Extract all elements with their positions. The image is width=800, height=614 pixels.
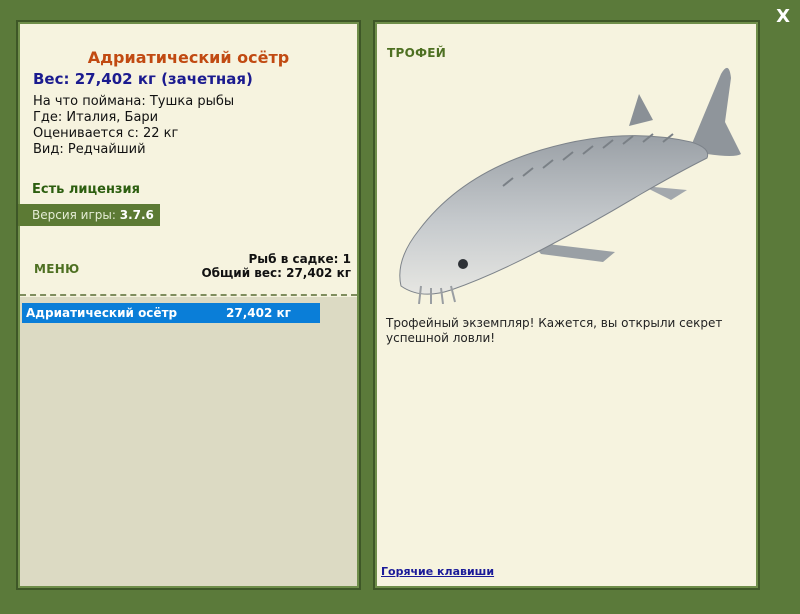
fish-count: Рыб в садке: 1: [248, 252, 352, 266]
fish-title: Адриатический осётр: [87, 48, 290, 67]
sturgeon-image: [399, 67, 741, 304]
menu-button[interactable]: МЕНЮ: [34, 262, 79, 276]
fish-details: На что поймана: Тушка рыбы Где: Италия, …: [33, 94, 234, 158]
fish-weight: Вес: 27,402 кг (зачетная): [33, 70, 253, 88]
list-item[interactable]: Адриатический осётр 27,402 кг: [22, 303, 320, 323]
list-item-weight: 27,402 кг: [226, 306, 291, 320]
list-item-name: Адриатический осётр: [26, 306, 178, 320]
game-version: Версия игры: 3.7.6: [18, 204, 160, 226]
license-status: Есть лицензия: [32, 182, 140, 197]
bait-info: На что поймана: Тушка рыбы: [33, 94, 235, 109]
divider: [20, 294, 357, 296]
version-label: Версия игры:: [32, 208, 116, 222]
location-info: Где: Италия, Бари: [33, 110, 159, 125]
catch-info-panel: Адриатический осётр Вес: 27,402 кг (заче…: [18, 24, 357, 586]
version-value: 3.7.6: [119, 208, 154, 222]
catch-list: Адриатический осётр 27,402 кг: [20, 297, 357, 586]
keepnet-stats: Рыб в садке: 1 Общий вес: 27,402 кг: [201, 252, 351, 280]
close-icon[interactable]: X: [776, 6, 790, 27]
trophy-description: Трофейный экземпляр! Кажется, вы открыли…: [386, 316, 723, 345]
min-weight-info: Оценивается с: 22 кг: [33, 126, 179, 141]
rarity-info: Вид: Редчайший: [33, 142, 146, 157]
total-weight: Общий вес: 27,402 кг: [201, 266, 351, 280]
trophy-panel: ТРОФЕЙ Трофейный экземпляр! Кажется, вы …: [377, 24, 756, 586]
hotkeys-link[interactable]: Горячие клавиши: [381, 565, 494, 578]
